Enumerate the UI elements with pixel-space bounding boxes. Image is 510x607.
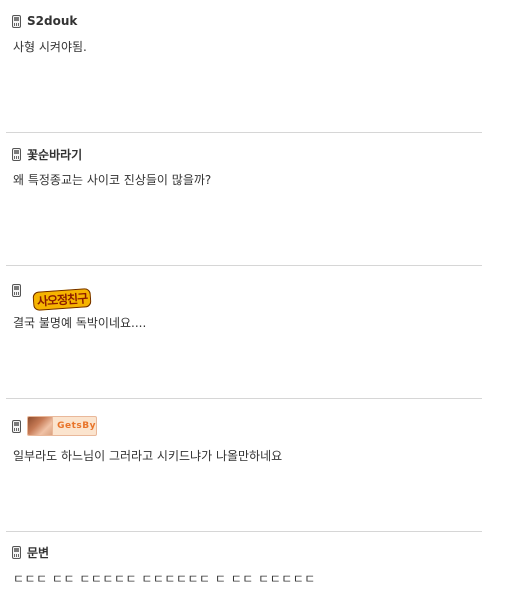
comment-text: 결국 불명예 독박이네요.... (13, 316, 147, 330)
nickname-banner[interactable]: GetsBy (27, 416, 97, 436)
comment-text: ㄷㄷㄷ ㄷㄷ ㄷㄷㄷㄷㄷ ㄷㄷㄷㄷㄷㄷ ㄷ ㄷㄷ ㄷㄷㄷㄷㄷ (13, 572, 316, 586)
comment-item: 사오정친구 결국 불명예 독박이네요.... (6, 266, 482, 399)
comment-header: 꽃순바라기 (12, 145, 82, 163)
mobile-phone-icon (12, 419, 21, 433)
comment-header: S2douk (12, 12, 77, 30)
comment-item: GetsBy 일부라도 하느님이 그러라고 시키드냐가 나올만하네요 (6, 399, 482, 532)
comment-item: 문변 ㄷㄷㄷ ㄷㄷ ㄷㄷㄷㄷㄷ ㄷㄷㄷㄷㄷㄷ ㄷ ㄷㄷ ㄷㄷㄷㄷㄷ (6, 532, 482, 607)
comment-item: 꽃순바라기 왜 특정종교는 사이코 진상들이 많을까? (6, 133, 482, 266)
comment-header: 사오정친구 (12, 282, 92, 312)
comment-item: S2douk 사형 시켜야됨. (6, 0, 482, 133)
nickname-image[interactable]: 사오정친구 (32, 287, 92, 312)
mobile-phone-icon (12, 147, 21, 161)
comment-text: 일부라도 하느님이 그러라고 시키드냐가 나올만하네요 (13, 449, 283, 463)
nickname-banner-label: GetsBy (57, 421, 96, 431)
mobile-phone-icon (12, 14, 21, 28)
avatar (28, 417, 54, 435)
nickname[interactable]: 꽃순바라기 (27, 146, 82, 163)
nickname[interactable]: S2douk (27, 14, 77, 28)
comment-text: 왜 특정종교는 사이코 진상들이 많을까? (13, 173, 212, 187)
nickname[interactable]: 문변 (27, 544, 49, 561)
comment-header: 문변 (12, 543, 49, 561)
mobile-phone-icon (12, 545, 21, 559)
comment-header: GetsBy (12, 416, 97, 436)
mobile-phone-icon (12, 284, 21, 297)
comment-text: 사형 시켜야됨. (13, 40, 87, 54)
